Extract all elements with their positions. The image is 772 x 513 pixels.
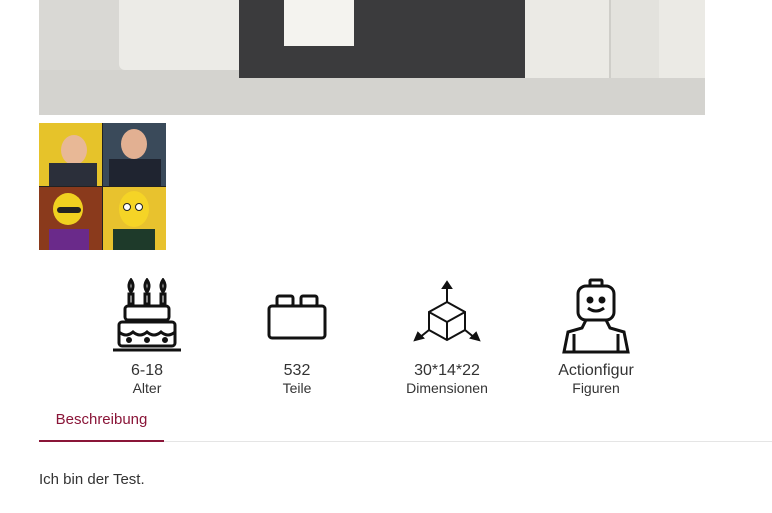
product-main-image[interactable]	[39, 0, 705, 115]
brick-icon	[267, 294, 327, 340]
image-window	[284, 0, 354, 46]
figures-value: Actionfigur	[558, 362, 634, 379]
tab-beschreibung[interactable]: Beschreibung	[39, 402, 164, 442]
age-label: Alter	[132, 380, 162, 396]
pieces-label: Teile	[282, 380, 312, 396]
product-thumbnail[interactable]	[39, 123, 166, 250]
age-value: 6-18	[130, 362, 164, 379]
dimensions-label: Dimensionen	[406, 380, 488, 396]
minifigure-icon	[562, 278, 630, 354]
description-text: Ich bin der Test.	[39, 471, 145, 488]
dimensions-icon	[413, 280, 481, 342]
thumb-quadrant	[103, 123, 166, 186]
attribute-figures: Actionfigur Figuren	[536, 278, 656, 396]
product-tabs: Beschreibung	[39, 402, 772, 442]
figures-label: Figuren	[572, 380, 620, 396]
dimensions-value: 30*14*22	[414, 362, 480, 379]
attribute-dimensions: 30*14*22 Dimensionen	[387, 278, 507, 396]
thumb-quadrant	[103, 187, 166, 250]
thumb-quadrant	[39, 123, 102, 186]
image-dark-block	[239, 0, 529, 78]
pieces-value: 532	[283, 362, 311, 379]
thumb-quadrant	[39, 187, 102, 250]
attribute-age: 6-18 Alter	[87, 278, 207, 396]
cake-icon	[113, 278, 181, 352]
attribute-pieces: 532 Teile	[237, 278, 357, 396]
image-notch	[609, 0, 659, 78]
